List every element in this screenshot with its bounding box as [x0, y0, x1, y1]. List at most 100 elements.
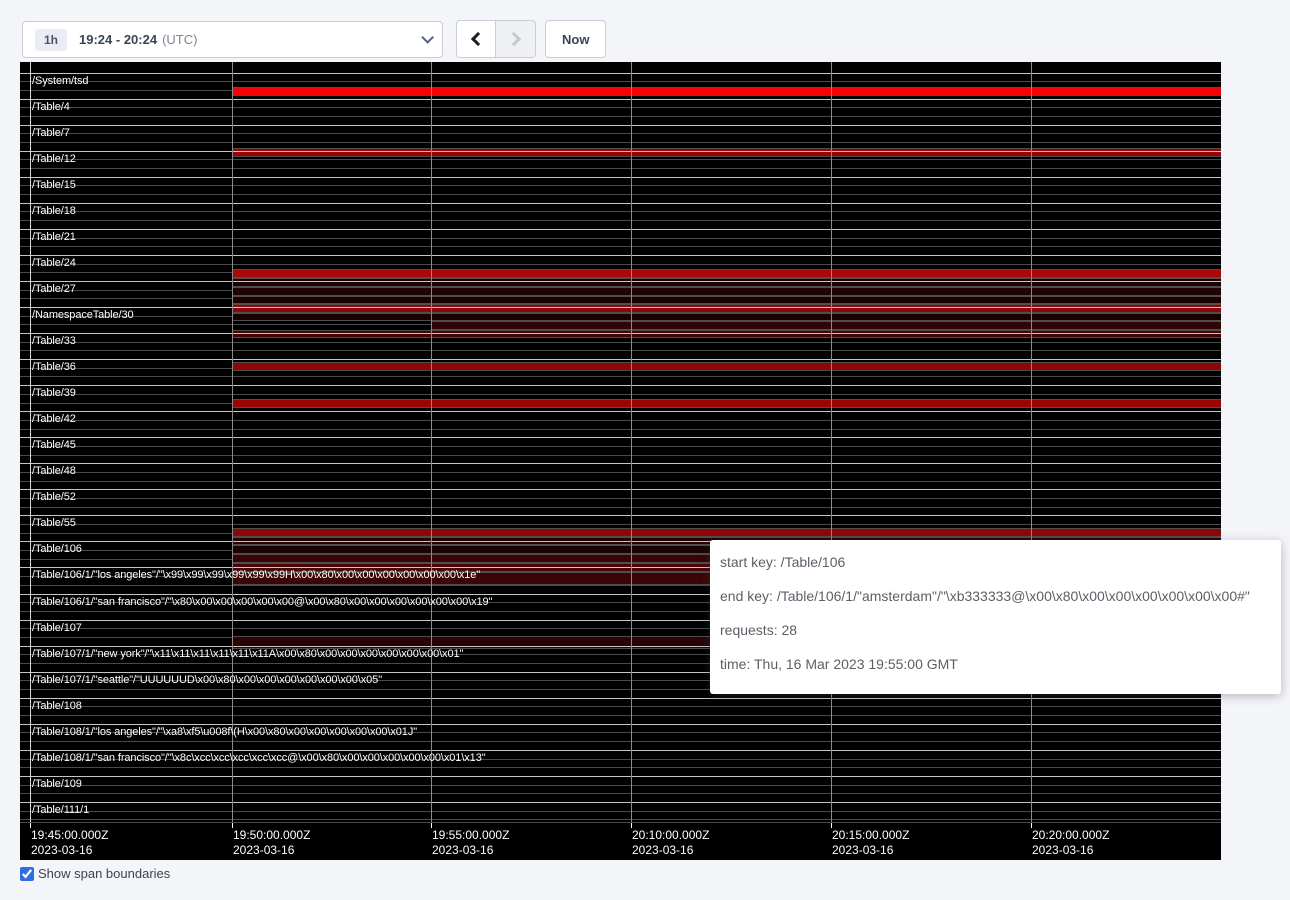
key-span-boundary-line: [20, 307, 1221, 308]
key-span-boundary-line: [20, 151, 1221, 152]
time-tick-label: 19:45:00.000Z2023-03-16: [31, 828, 108, 858]
time-gridline: [831, 62, 832, 822]
key-span-label: /NamespaceTable/30: [32, 309, 134, 322]
footer-controls: Show span boundaries: [20, 866, 170, 881]
key-span-label: /Table/55: [32, 517, 76, 530]
span-boundary-line: [20, 524, 1221, 525]
heatmap-band: [232, 269, 1221, 278]
time-gridline: [431, 62, 432, 822]
chevron-left-icon: [471, 32, 485, 46]
key-span-boundary-line: [20, 255, 1221, 256]
span-boundary-line: [20, 446, 1221, 447]
time-range-text: 19:24 - 20:24: [79, 32, 157, 47]
key-span-boundary-line: [20, 229, 1221, 230]
key-span-label: /Table/107: [32, 622, 82, 635]
key-span-label: /Table/111/1: [32, 804, 89, 817]
show-span-boundaries-label[interactable]: Show span boundaries: [38, 866, 170, 881]
tooltip-time: time: Thu, 16 Mar 2023 19:55:00 GMT: [720, 654, 1271, 674]
heatmap-plot-area[interactable]: /System/tsd/Table/4/Table/7/Table/12/Tab…: [20, 62, 1221, 822]
next-interval-button[interactable]: [496, 20, 536, 58]
span-boundary-line: [20, 185, 1221, 186]
time-range-selector[interactable]: 1h 19:24 - 20:24 (UTC): [22, 21, 443, 58]
span-boundary-line: [20, 498, 1221, 499]
time-gridline: [631, 62, 632, 822]
key-span-label: /Table/107/1/"seattle"/"UUUUUUD\x00\x80\…: [32, 674, 382, 687]
key-span-label: /Table/106: [32, 543, 82, 556]
key-span-label: /Table/48: [32, 465, 76, 478]
span-boundary-line: [20, 220, 1221, 221]
key-span-label: /Table/24: [32, 257, 76, 270]
key-span-boundary-line: [20, 802, 1221, 803]
key-span-boundary-line: [20, 177, 1221, 178]
now-button[interactable]: Now: [545, 20, 606, 58]
key-span-label: /Table/109: [32, 778, 82, 791]
key-span-boundary-line: [20, 385, 1221, 386]
span-boundary-line: [20, 785, 1221, 786]
key-span-label: /Table/52: [32, 491, 76, 504]
heatmap-band: [232, 296, 1221, 304]
heatmap-band: [232, 278, 1221, 287]
show-span-boundaries-checkbox[interactable]: [20, 867, 34, 881]
span-boundary-line: [20, 455, 1221, 456]
span-boundary-line: [20, 429, 1221, 430]
tooltip-requests: requests: 28: [720, 620, 1271, 640]
key-span-boundary-line: [20, 489, 1221, 490]
tooltip-start-key: start key: /Table/106: [720, 552, 1271, 572]
span-boundary-line: [20, 133, 1221, 134]
span-boundary-line: [20, 420, 1221, 421]
key-span-boundary-line: [20, 99, 1221, 100]
key-span-label: /Table/36: [32, 361, 76, 374]
key-span-boundary-line: [20, 776, 1221, 777]
key-span-boundary-line: [20, 698, 1221, 699]
key-span-label: /Table/106/1/"los angeles"/"\x99\x99\x99…: [32, 569, 480, 582]
span-boundary-line: [20, 715, 1221, 716]
key-span-label: /Table/7: [32, 127, 70, 140]
key-span-label: /Table/45: [32, 439, 76, 452]
key-span-boundary-line: [20, 515, 1221, 516]
heatmap-band: [232, 313, 1221, 321]
time-gridline: [1031, 62, 1032, 822]
key-span-label: /Table/106/1/"san francisco"/"\x80\x00\x…: [32, 596, 492, 609]
heatmap-band: [232, 399, 1221, 408]
span-boundary-line: [20, 342, 1221, 343]
span-boundary-line: [20, 107, 1221, 108]
heatmap-band: [232, 87, 1221, 96]
key-span-boundary-line: [20, 359, 1221, 360]
span-boundary-line: [20, 168, 1221, 169]
span-boundary-line: [20, 211, 1221, 212]
heatmap-band: [232, 304, 1221, 313]
previous-interval-button[interactable]: [456, 20, 496, 58]
span-boundary-line: [20, 159, 1221, 160]
time-tick-label: 20:15:00.000Z2023-03-16: [832, 828, 909, 858]
key-span-label: /Table/108/1/"san francisco"/"\x8c\xcc\x…: [32, 752, 486, 765]
time-nav-group: [456, 20, 536, 58]
chevron-right-icon: [506, 32, 520, 46]
key-span-label: /System/tsd: [32, 75, 88, 88]
span-boundary-line: [20, 793, 1221, 794]
key-span-boundary-line: [20, 203, 1221, 204]
span-boundary-line: [20, 246, 1221, 247]
key-span-label: /Table/42: [32, 413, 76, 426]
span-boundary-line: [20, 350, 1221, 351]
span-boundary-line: [20, 238, 1221, 239]
heatmap-tooltip: start key: /Table/106 end key: /Table/10…: [710, 540, 1281, 694]
span-boundary-line: [20, 116, 1221, 117]
time-tick-label: 19:55:00.000Z2023-03-16: [432, 828, 509, 858]
heatmap-band: [232, 287, 1221, 296]
toolbar: 1h 19:24 - 20:24 (UTC) Now: [0, 0, 1290, 62]
key-span-label: /Table/12: [32, 153, 76, 166]
span-boundary-line: [20, 767, 1221, 768]
key-span-label: /Table/39: [32, 387, 76, 400]
span-boundary-line: [20, 741, 1221, 742]
span-boundary-line: [20, 142, 1221, 143]
tooltip-end-key: end key: /Table/106/1/"amsterdam"/"\xb33…: [720, 586, 1271, 606]
span-boundary-line: [20, 264, 1221, 265]
heatmap-band: [232, 330, 1221, 338]
duration-badge: 1h: [35, 29, 67, 51]
key-visualizer-heatmap[interactable]: /System/tsd/Table/4/Table/7/Table/12/Tab…: [20, 62, 1221, 860]
time-tick-label: 20:10:00.000Z2023-03-16: [632, 828, 709, 858]
key-span-label: /Table/4: [32, 101, 70, 114]
span-boundary-line: [20, 819, 1221, 820]
key-span-boundary-line: [20, 463, 1221, 464]
span-boundary-line: [20, 706, 1221, 707]
